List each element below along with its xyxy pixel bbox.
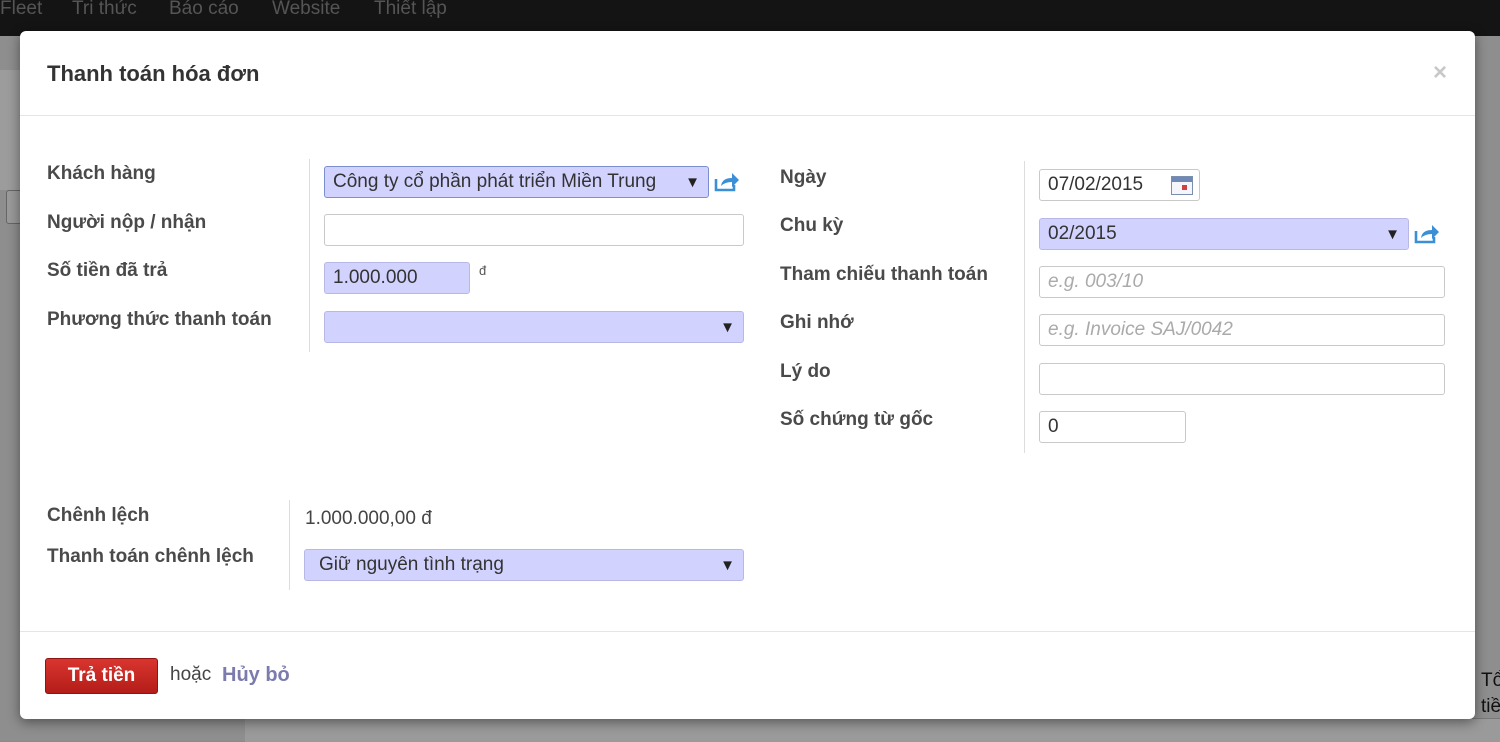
date-input[interactable]: 07/02/2015 [1039,169,1200,201]
or-text: hoặc [170,664,212,685]
payment-ref-label: Tham chiếu thanh toán [780,264,988,285]
chevron-down-icon: ▼ [685,174,700,191]
difference-handling-value: Giữ nguyên tình trạng [319,554,504,575]
menu-reports[interactable]: Báo cáo [169,0,239,20]
menu-fleet[interactable]: Fleet [0,0,42,20]
difference-divider [289,500,290,590]
period-select[interactable]: 02/2015 ▼ [1039,218,1409,250]
payer-input[interactable] [324,214,744,246]
payer-label: Người nộp / nhận [47,212,207,233]
source-docs-label: Số chứng từ gốc [780,409,934,430]
background-panel [0,70,20,190]
reason-input[interactable] [1039,363,1445,395]
payment-method-label: Phương thức thanh toán [47,309,272,330]
dialog-header: Thanh toán hóa đơn × [20,31,1475,116]
dialog-footer: Trả tiền hoặc Hủy bỏ [20,631,1475,720]
menu-knowledge[interactable]: Tri thức [72,0,137,20]
chevron-down-icon: ▼ [1385,226,1400,243]
menu-website[interactable]: Website [272,0,340,20]
payment-method-select[interactable]: ▼ [324,311,744,343]
pay-button[interactable]: Trả tiền [45,658,158,694]
difference-label: Chênh lệch [47,505,150,526]
reason-label: Lý do [780,361,831,382]
close-icon[interactable]: × [1433,59,1447,87]
memo-input[interactable]: e.g. Invoice SAJ/0042 [1039,314,1445,346]
chevron-down-icon: ▼ [720,319,735,336]
memo-label: Ghi nhớ [780,312,854,333]
period-value: 02/2015 [1048,223,1117,244]
chevron-down-icon: ▼ [720,557,735,574]
calendar-icon[interactable] [1171,176,1193,195]
memo-placeholder: e.g. Invoice SAJ/0042 [1048,319,1233,340]
payment-ref-input[interactable]: e.g. 003/10 [1039,266,1445,298]
external-link-icon[interactable] [1413,223,1441,245]
customer-select[interactable]: Công ty cổ phần phát triển Miền Trung ▼ [324,166,709,198]
cancel-link[interactable]: Hủy bỏ [222,664,290,687]
background-table-row [245,718,1500,742]
currency-symbol: đ [479,263,487,278]
source-docs-input[interactable]: 0 [1039,411,1186,443]
difference-handling-label: Thanh toán chênh lệch [47,546,254,567]
period-label: Chu kỳ [780,215,844,236]
dialog-title: Thanh toán hóa đơn [47,61,260,86]
background-column-header: Tổ tiề [1481,670,1500,717]
amount-label: Số tiền đã trả [47,260,168,281]
payment-ref-placeholder: e.g. 003/10 [1048,271,1144,292]
menu-settings[interactable]: Thiết lập [374,0,447,20]
date-value: 07/02/2015 [1048,174,1144,195]
customer-value: Công ty cổ phần phát triển Miền Trung [333,171,657,192]
customer-label: Khách hàng [47,163,156,184]
external-link-icon[interactable] [713,171,741,193]
difference-handling-select[interactable]: Giữ nguyên tình trạng ▼ [304,549,744,581]
left-column-divider [309,159,310,352]
payment-dialog: Thanh toán hóa đơn × Khách hàng Người nộ… [20,31,1475,719]
difference-value: 1.000.000,00 đ [305,508,432,529]
date-label: Ngày [780,167,827,188]
amount-input[interactable]: 1.000.000 [324,262,470,294]
right-column-divider [1024,161,1025,453]
